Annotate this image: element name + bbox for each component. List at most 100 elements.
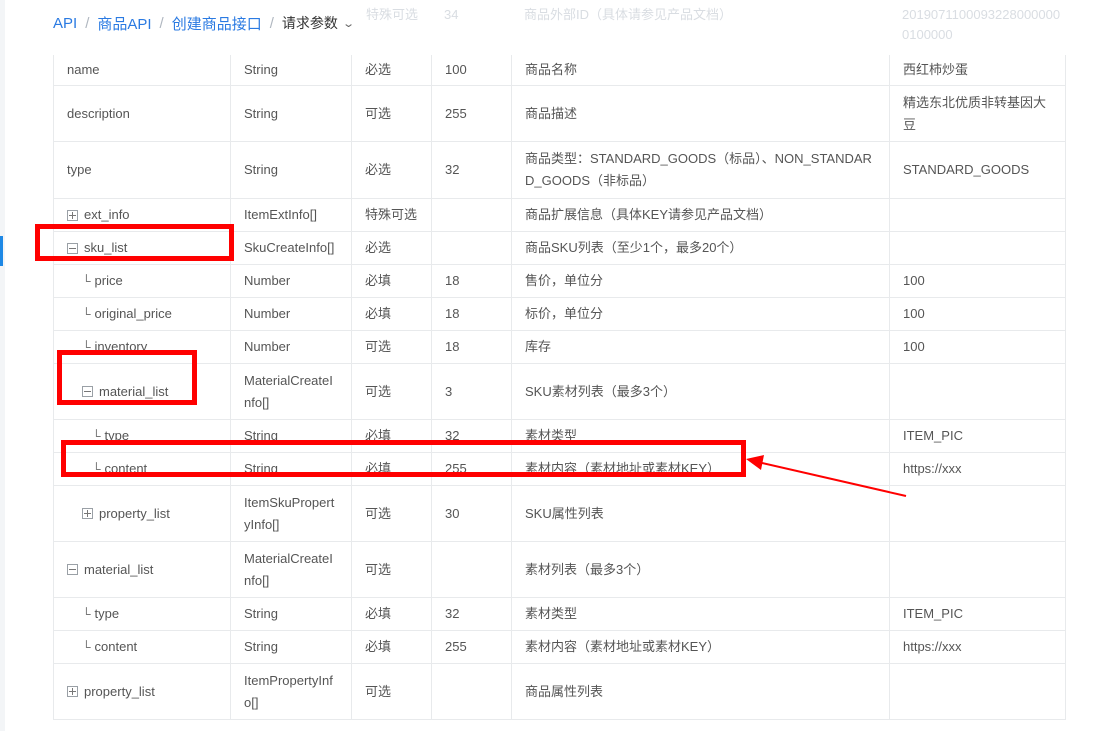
- param-name: original_price: [94, 306, 172, 321]
- param-name-cell: └ type: [54, 420, 231, 452]
- param-required: 可选: [352, 664, 432, 719]
- collapse-minus-icon[interactable]: [67, 564, 78, 575]
- param-name: ext_info: [84, 207, 130, 222]
- param-description: 商品扩展信息（具体KEY请参见产品文档）: [512, 199, 890, 231]
- param-required: 必填: [352, 598, 432, 630]
- param-type: Number: [231, 265, 352, 297]
- table-row: └ content String 必填 255 素材内容（素材地址或素材KEY）…: [54, 453, 1065, 486]
- breadcrumb-current-dropdown[interactable]: 请求参数 ⌄: [282, 13, 355, 33]
- param-name-cell: └ type: [54, 598, 231, 630]
- param-length: 32: [432, 598, 512, 630]
- table-row: sku_list SkuCreateInfo[] 必选 商品SKU列表（至少1个…: [54, 232, 1065, 265]
- sub-item-marker: └: [82, 274, 91, 288]
- param-required: 可选: [352, 542, 432, 597]
- param-required: 必选: [352, 55, 432, 85]
- param-required: 必选: [352, 142, 432, 198]
- sub-item-marker: └: [82, 307, 91, 321]
- expand-plus-icon[interactable]: [67, 686, 78, 697]
- breadcrumb-api[interactable]: API: [53, 15, 77, 32]
- table-row: └ inventory Number 可选 18 库存 100: [54, 331, 1065, 364]
- breadcrumb-separator: /: [269, 14, 274, 32]
- param-length: 30: [432, 486, 512, 541]
- param-name: price: [94, 273, 123, 288]
- table-row: property_list ItemSkuPropertyInfo[] 可选 3…: [54, 486, 1065, 542]
- param-name: property_list: [84, 683, 155, 699]
- param-type-cell: MaterialCreateInfo[]: [231, 364, 352, 419]
- param-length: 18: [432, 298, 512, 330]
- param-example: https://xxx: [903, 461, 962, 476]
- param-required: 必选: [352, 232, 432, 264]
- param-description: 素材内容（素材地址或素材KEY）: [512, 453, 890, 485]
- sub-item-marker: └: [82, 607, 91, 621]
- expand-plus-icon[interactable]: [67, 209, 78, 221]
- sub-item-marker: └: [82, 640, 91, 654]
- param-type: String: [231, 86, 352, 141]
- param-length: 255: [432, 86, 512, 141]
- param-name: material_list: [84, 561, 154, 577]
- sub-item-marker: └: [92, 462, 101, 476]
- breadcrumb-goods-api[interactable]: 商品API: [97, 13, 151, 34]
- param-name: material_list: [99, 383, 169, 399]
- param-description: 库存: [512, 331, 890, 363]
- param-name-cell: sku_list: [54, 232, 231, 264]
- param-description: 商品SKU列表（至少1个，最多20个）: [512, 232, 890, 264]
- expand-plus-icon[interactable]: [82, 508, 93, 519]
- params-table: name String 必选 100 商品名称 西红柿炒蛋 descriptio…: [53, 55, 1066, 720]
- param-example: ITEM_PIC: [903, 428, 963, 443]
- param-length: 32: [432, 420, 512, 452]
- param-required: 必填: [352, 265, 432, 297]
- param-type: String: [231, 142, 352, 198]
- param-length: 3: [432, 364, 512, 419]
- param-example: [890, 486, 1065, 541]
- table-row: └ type String 必填 32 素材类型 ITEM_PIC: [54, 420, 1065, 453]
- table-row: material_list MaterialCreateInfo[] 可选 素材…: [54, 542, 1065, 598]
- param-description: 商品类型：STANDARD_GOODS（标品）、NON_STANDARD_GOO…: [525, 151, 872, 188]
- breadcrumb-separator: /: [159, 14, 164, 32]
- param-type: String: [231, 453, 352, 485]
- param-name-cell: material_list: [54, 364, 231, 419]
- param-type: Number: [231, 331, 352, 363]
- param-name: name: [54, 55, 231, 85]
- param-type: String: [231, 598, 352, 630]
- param-example: [890, 232, 1065, 264]
- param-name: inventory: [94, 339, 148, 354]
- param-type-cell: MaterialCreateInfo[]: [231, 542, 352, 597]
- table-row: material_list MaterialCreateInfo[] 可选 3 …: [54, 364, 1065, 420]
- param-name-cell: └ price: [54, 265, 231, 297]
- param-length: 18: [432, 331, 512, 363]
- table-row: property_list ItemPropertyInfo[] 可选 商品属性…: [54, 664, 1065, 719]
- table-row: └ type String 必填 32 素材类型 ITEM_PIC: [54, 598, 1065, 631]
- param-name-cell: └ content: [54, 453, 231, 485]
- table-row: description String 可选 255 商品描述 精选东北优质非转基…: [54, 86, 1065, 142]
- param-type: String: [231, 631, 352, 663]
- param-example: 100: [903, 339, 925, 354]
- param-type: ItemPropertyInfo[]: [244, 672, 333, 710]
- param-length: [432, 664, 512, 719]
- param-required: 特殊可选: [352, 199, 432, 231]
- param-name: content: [94, 639, 138, 654]
- param-name-cell: └ content: [54, 631, 231, 663]
- collapse-minus-icon[interactable]: [82, 386, 93, 397]
- param-required: 可选: [352, 486, 432, 541]
- param-required: 可选: [352, 86, 432, 141]
- param-description: 商品名称: [512, 55, 890, 85]
- breadcrumb-create-goods[interactable]: 创建商品接口: [172, 13, 262, 34]
- param-length: 255: [432, 453, 512, 485]
- param-name: description: [54, 86, 231, 141]
- param-example: 100: [903, 306, 925, 321]
- param-required: 必填: [352, 453, 432, 485]
- param-name: property_list: [99, 505, 170, 521]
- param-type: Number: [231, 298, 352, 330]
- param-type: SkuCreateInfo[]: [231, 232, 352, 264]
- param-description: 素材类型: [512, 420, 890, 452]
- param-required: 必填: [352, 631, 432, 663]
- param-description: 商品属性列表: [512, 664, 890, 719]
- table-row: name String 必选 100 商品名称 西红柿炒蛋: [54, 55, 1065, 86]
- param-name: content: [104, 461, 148, 476]
- param-length: 100: [432, 55, 512, 85]
- param-type: ItemExtInfo[]: [231, 199, 352, 231]
- param-example: https://xxx: [903, 639, 962, 654]
- collapse-minus-icon[interactable]: [67, 242, 78, 254]
- param-description-cell: 商品类型：STANDARD_GOODS（标品）、NON_STANDARD_GOO…: [512, 142, 890, 198]
- param-required: 必填: [352, 420, 432, 452]
